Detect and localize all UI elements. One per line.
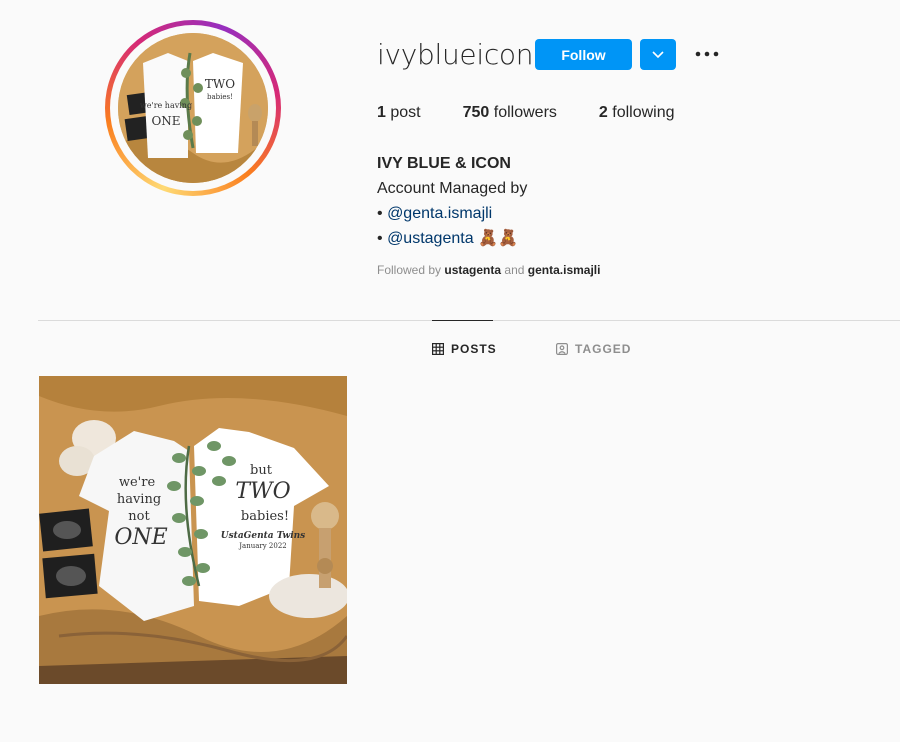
tagged-user-icon: [556, 343, 568, 355]
following-link[interactable]: 2 following: [599, 104, 675, 122]
more-options-button[interactable]: [692, 42, 722, 66]
full-name: IVY BLUE & ICON: [377, 155, 511, 172]
onesie-left-text-3: not: [128, 509, 150, 524]
tab-tagged[interactable]: TAGGED: [556, 342, 631, 356]
onesie-date: January 2022: [238, 542, 287, 550]
onesie-left-text-2: having: [117, 492, 161, 507]
onesie-right-text-3: babies!: [241, 509, 289, 524]
mention-link-genta[interactable]: @genta.ismajli: [387, 205, 492, 222]
post-image: we're having not ONE but TWO babies! Ust…: [39, 376, 347, 684]
active-tab-indicator: [432, 320, 493, 321]
avatar-image: we're having ONE TWO babies!: [118, 33, 268, 183]
bio-line: • @ustagenta 🧸🧸: [377, 230, 518, 247]
profile-avatar[interactable]: we're having ONE TWO babies!: [105, 20, 281, 196]
tab-posts[interactable]: POSTS: [432, 342, 497, 356]
svg-text:TWO: TWO: [205, 77, 235, 91]
onesie-signature: UstaGenta Twins: [221, 531, 305, 541]
onesie-left-text-1: we're: [119, 475, 156, 490]
follow-button[interactable]: Follow: [535, 39, 632, 70]
onesie-left-text-4: ONE: [114, 525, 167, 550]
grid-icon: [432, 343, 444, 355]
mention-link-ustagenta[interactable]: @ustagenta: [387, 230, 474, 247]
bio-line: • @genta.ismajli: [377, 205, 493, 222]
svg-text:babies!: babies!: [207, 93, 233, 101]
followers-link[interactable]: 750 followers: [463, 104, 557, 122]
chevron-down-icon: [652, 50, 664, 58]
teddy-bear-emoji: 🧸🧸: [478, 230, 518, 247]
onesie-right-text-1: but: [250, 463, 273, 478]
profile-stats: 1 post 750 followers 2 following: [377, 104, 717, 122]
username: ivyblueicon: [377, 38, 534, 71]
suggested-accounts-button[interactable]: [640, 39, 676, 70]
bio-line: Account Managed by: [377, 180, 528, 197]
followed-by[interactable]: Followed by ustagenta and genta.ismajli: [377, 263, 600, 277]
profile-bio: IVY BLUE & ICON Account Managed by • @ge…: [377, 151, 527, 251]
svg-text:we're having: we're having: [140, 101, 192, 110]
posts-count: 1 post: [377, 104, 421, 121]
profile-page: we're having ONE TWO babies! ivyblueicon…: [0, 0, 900, 742]
svg-text:ONE: ONE: [151, 114, 180, 128]
onesie-right-text-2: TWO: [235, 479, 290, 504]
post-thumbnail[interactable]: we're having not ONE but TWO babies! Ust…: [39, 376, 347, 684]
ellipsis-icon: [695, 51, 719, 57]
